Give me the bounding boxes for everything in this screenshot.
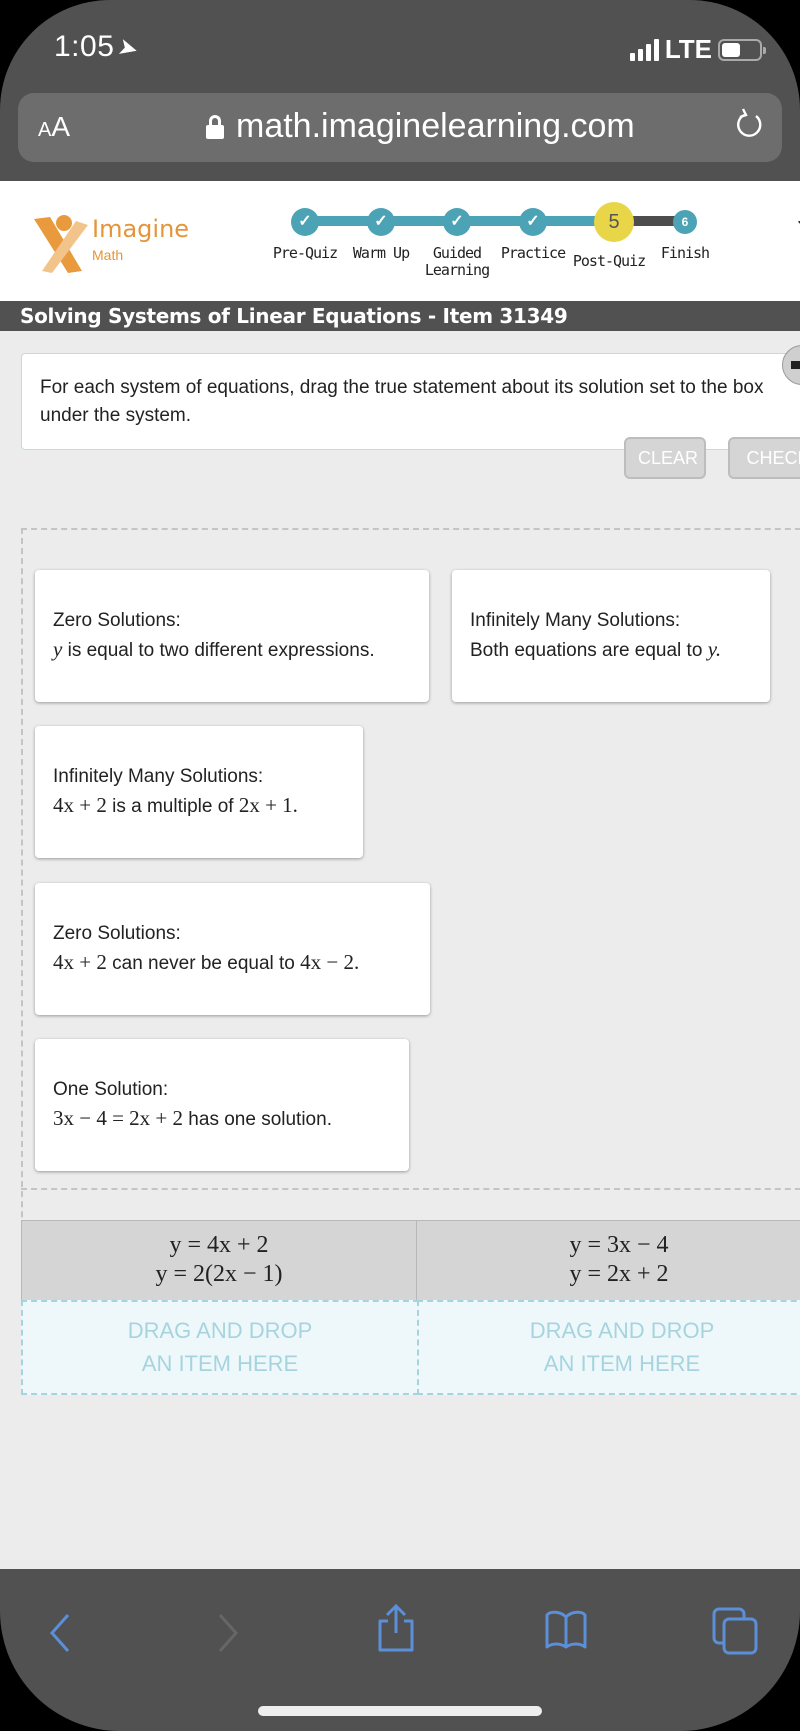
card-body: 3x − 4 = 2x + 2 has one solution. — [53, 1104, 391, 1134]
equation: y = 2(2x − 1) — [155, 1261, 283, 1287]
card-text: Both equations are equal to — [470, 640, 708, 661]
card-text: can never be equal to — [106, 953, 301, 974]
system-header: y = 4x + 2 y = 2(2x − 1) — [21, 1220, 417, 1300]
card-math: 3x − 4 = 2x + 2 — [53, 1106, 184, 1130]
step-label: Practice — [500, 244, 566, 262]
card-heading: One Solution: — [53, 1079, 169, 1100]
check-icon: ✓ — [519, 208, 547, 236]
check-icon: ✓ — [291, 208, 319, 236]
clock: 1:05 — [54, 30, 115, 63]
system-header: y = 3x − 4 y = 2x + 2 — [417, 1220, 800, 1300]
step-label-line1: Guided — [432, 244, 482, 262]
card-heading: Infinitely Many Solutions: — [53, 766, 264, 787]
share-icon — [378, 1603, 414, 1652]
step-pre-quiz[interactable]: ✓ Pre-Quiz — [273, 205, 338, 262]
bookmarks-button[interactable] — [544, 1609, 588, 1654]
imagine-math-logo: Imagine Math — [32, 213, 192, 273]
logo-figure-icon — [34, 215, 88, 273]
tabs-button[interactable] — [712, 1607, 758, 1660]
share-button[interactable] — [376, 1603, 416, 1658]
drop-zone-label: DRAG AND DROP — [529, 1318, 715, 1343]
lesson-title: Solving Systems of Linear Equations - It… — [0, 301, 800, 331]
check-icon: ✓ — [367, 208, 395, 236]
status-indicators: LTE — [629, 34, 766, 65]
answer-card[interactable]: Zero Solutions: y is equal to two differ… — [35, 570, 429, 702]
card-body: 4x + 2 is a multiple of 2x + 1. — [53, 791, 345, 821]
card-heading: Zero Solutions: — [53, 923, 181, 944]
text-size-large: A — [51, 111, 71, 142]
question-instructions: For each system of equations, drag the t… — [21, 353, 800, 450]
web-page: Imagine Math ✓ Pre-Quiz ✓ Warm Up ✓ Guid… — [0, 181, 800, 1569]
clear-button[interactable]: CLEAR — [624, 437, 706, 479]
card-body: 4x + 2 can never be equal to 4x − 2. — [53, 948, 412, 978]
network-type: LTE — [664, 34, 712, 64]
back-icon — [49, 1614, 70, 1652]
step-label: Pre-Quiz — [272, 244, 338, 262]
card-math: y — [53, 637, 63, 661]
step-finish[interactable]: 6 Finish — [661, 205, 710, 262]
equation: y = 4x + 2 — [169, 1232, 269, 1258]
step-label: Finish — [660, 244, 710, 262]
logo-name: Imagine — [92, 215, 190, 243]
back-button[interactable] — [46, 1611, 76, 1660]
card-math: 2x + 1. — [238, 793, 298, 817]
step-label: Post-Quiz — [572, 252, 646, 270]
card-heading: Zero Solutions: — [53, 610, 181, 631]
card-math: 4x + 2 — [53, 793, 107, 817]
card-text: is a multiple of — [106, 796, 239, 817]
answer-card[interactable]: Infinitely Many Solutions: 4x + 2 is a m… — [35, 726, 363, 858]
step-label: Guided Learning — [424, 244, 490, 279]
home-indicator[interactable] — [258, 1706, 542, 1716]
forward-button[interactable] — [212, 1611, 242, 1660]
card-text: has one solution. — [183, 1109, 332, 1130]
check-button[interactable]: CHECK — [728, 437, 800, 479]
phone-screen: 1:05➤ LTE AA math.imaginelearning.com Im… — [0, 0, 800, 1731]
card-math: 4x − 2. — [300, 950, 360, 974]
equation: y = 2x + 2 — [569, 1261, 669, 1287]
step-post-quiz[interactable]: 5 Post-Quiz — [573, 202, 646, 270]
logo-subtitle: Math — [92, 247, 124, 263]
url-field[interactable]: math.imaginelearning.com — [206, 107, 635, 146]
equation: y = 3x − 4 — [569, 1232, 669, 1258]
drop-zone-label: AN ITEM HERE — [141, 1351, 299, 1376]
card-body: y is equal to two different expressions. — [53, 635, 411, 665]
location-arrow-icon: ➤ — [115, 32, 143, 65]
drop-zone[interactable]: DRAG AND DROP AN ITEM HERE — [417, 1300, 800, 1395]
check-icon: ✓ — [443, 208, 471, 236]
answer-bank-border — [21, 1188, 800, 1190]
status-time: 1:05➤ — [54, 30, 143, 65]
reload-icon — [737, 108, 762, 137]
answer-card[interactable]: One Solution: 3x − 4 = 2x + 2 has one so… — [35, 1039, 409, 1171]
card-text: is equal to two different expressions. — [62, 640, 375, 661]
drop-zone-label: DRAG AND DROP — [127, 1318, 313, 1343]
card-heading: Infinitely Many Solutions: — [470, 610, 681, 631]
step-label-line2: Learning — [424, 261, 490, 279]
card-math: 4x + 2 — [53, 950, 107, 974]
step-guided-learning[interactable]: ✓ Guided Learning — [425, 205, 490, 279]
tabs-icon — [712, 1607, 758, 1655]
reload-button[interactable] — [734, 107, 764, 150]
step-number: 6 — [673, 210, 697, 234]
step-practice[interactable]: ✓ Practice — [501, 205, 566, 262]
bookmarks-icon — [545, 1610, 587, 1649]
step-number: 5 — [594, 202, 634, 242]
address-bar[interactable]: AA math.imaginelearning.com — [18, 93, 782, 162]
forward-icon — [218, 1614, 239, 1652]
signal-icon — [629, 38, 659, 61]
url-text: math.imaginelearning.com — [236, 107, 635, 145]
answer-card[interactable]: Infinitely Many Solutions: Both equation… — [452, 570, 770, 702]
battery-icon — [718, 38, 766, 61]
card-math: y. — [707, 637, 722, 661]
app-header: Imagine Math ✓ Pre-Quiz ✓ Warm Up ✓ Guid… — [0, 181, 800, 301]
step-label: Warm Up — [352, 244, 410, 262]
card-body: Both equations are equal to y. — [470, 635, 752, 665]
drop-zone-label: AN ITEM HERE — [543, 1351, 701, 1376]
text-size-button[interactable]: AA — [38, 111, 70, 143]
lesson-progress: ✓ Pre-Quiz ✓ Warm Up ✓ Guided Learning ✓ … — [270, 202, 710, 285]
answer-card[interactable]: Zero Solutions: 4x + 2 can never be equa… — [35, 883, 430, 1015]
lock-icon — [206, 114, 224, 139]
text-size-small: A — [38, 119, 52, 141]
step-warm-up[interactable]: ✓ Warm Up — [353, 205, 410, 262]
drop-zone[interactable]: DRAG AND DROP AN ITEM HERE — [21, 1300, 419, 1395]
